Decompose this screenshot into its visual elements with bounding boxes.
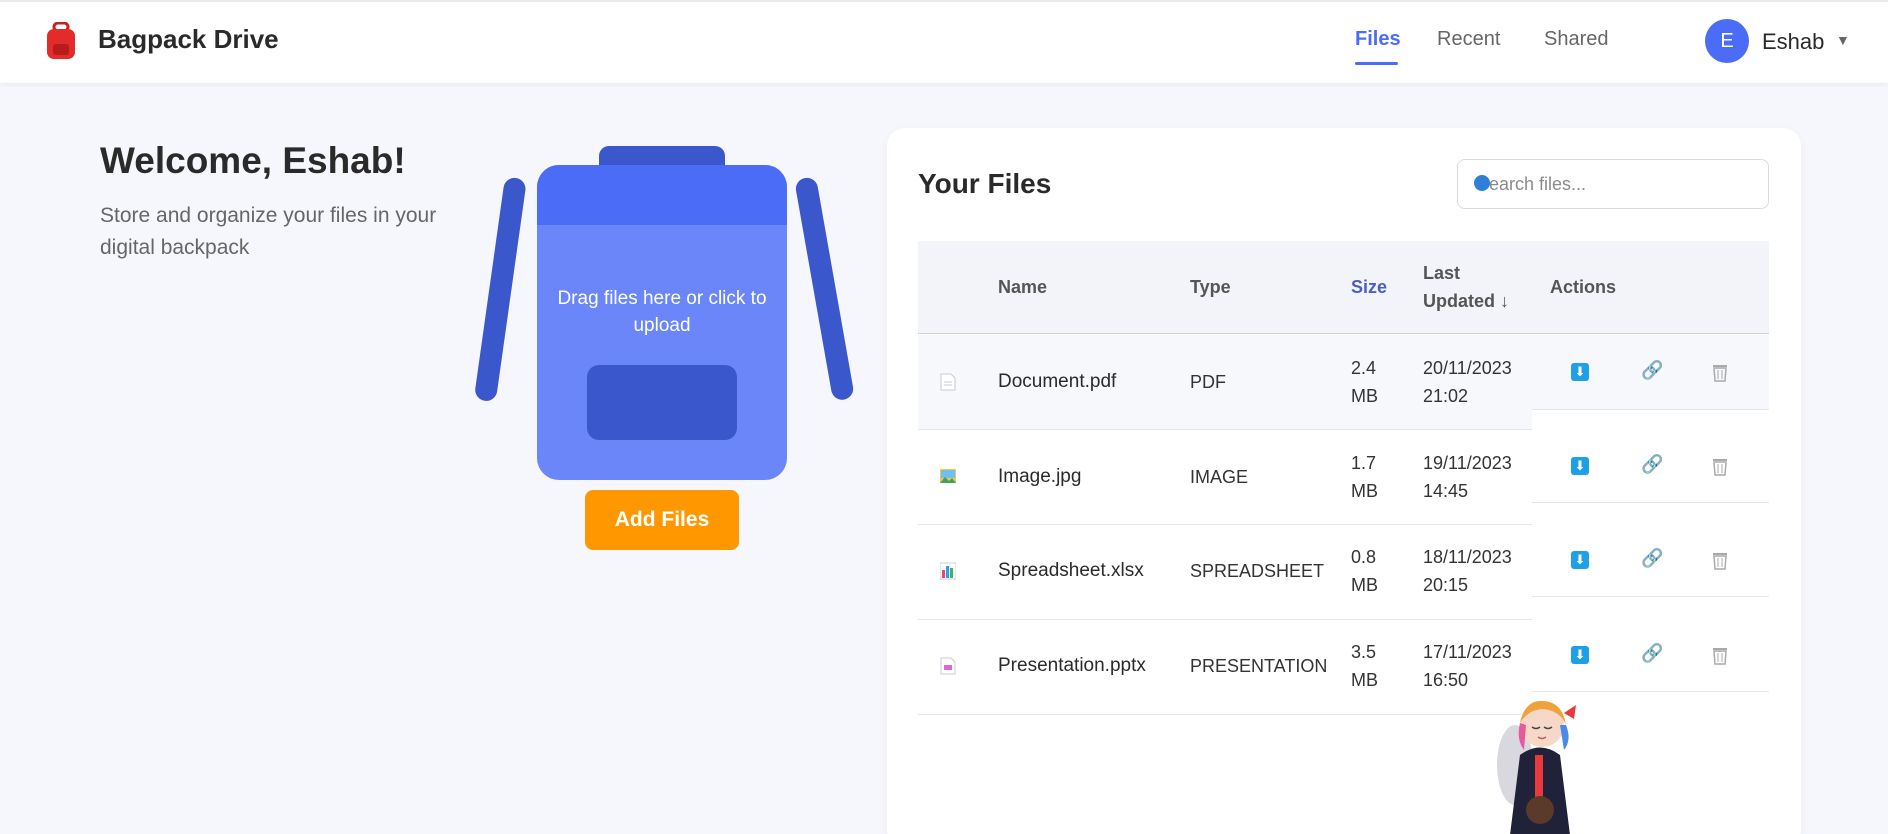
backpack-strap-left [473, 176, 527, 403]
file-name[interactable]: Presentation.pptx [998, 652, 1146, 680]
search-icon [1474, 175, 1490, 191]
file-name[interactable]: Document.pdf [998, 368, 1116, 396]
column-header-name[interactable]: Name [998, 273, 1047, 301]
file-time: 21:02 [1423, 386, 1469, 406]
file-size-value: 0.8 [1351, 547, 1377, 567]
app-brand-name[interactable]: Bagpack Drive [98, 24, 279, 55]
row-divider [1532, 596, 1769, 597]
file-type: IMAGE [1190, 467, 1249, 487]
share-link-icon[interactable]: 🔗 [1641, 548, 1663, 569]
file-name[interactable]: Spreadsheet.xlsx [998, 557, 1144, 585]
file-size-value: 3.5 [1351, 642, 1377, 662]
backpack-flap [537, 165, 787, 225]
file-size-value: 2.4 [1351, 358, 1377, 378]
column-header-size[interactable]: Size [1351, 273, 1387, 301]
file-time: 16:50 [1423, 670, 1469, 690]
user-avatar[interactable]: E [1705, 19, 1749, 63]
search-input[interactable] [1477, 170, 1757, 198]
trash-icon[interactable] [1711, 456, 1729, 476]
share-link-icon[interactable]: 🔗 [1641, 360, 1663, 381]
file-size-unit: MB [1351, 386, 1378, 406]
download-icon[interactable]: ⬇ [1571, 363, 1589, 381]
trash-icon[interactable] [1711, 645, 1729, 665]
row-divider [1532, 691, 1769, 692]
user-name[interactable]: Eshab [1762, 29, 1824, 55]
download-icon[interactable]: ⬇ [1571, 457, 1589, 475]
file-time: 14:45 [1423, 481, 1469, 501]
share-link-icon[interactable]: 🔗 [1641, 454, 1663, 475]
file-type: SPREADSHEET [1190, 561, 1325, 581]
share-link-icon[interactable]: 🔗 [1641, 643, 1663, 664]
file-date: 18/11/2023 [1423, 547, 1512, 567]
trash-icon[interactable] [1711, 550, 1729, 570]
file-name[interactable]: Image.jpg [998, 463, 1081, 491]
row-divider [1532, 409, 1769, 410]
presentation-file-icon [940, 657, 956, 675]
user-menu-caret-icon[interactable]: ▼ [1836, 32, 1850, 48]
backpack-strap-right [794, 176, 855, 402]
download-icon[interactable]: ⬇ [1571, 646, 1589, 664]
file-size-unit: MB [1351, 670, 1378, 690]
nav-active-indicator [1355, 62, 1398, 65]
dropzone-text: Drag files here or click to upload [557, 288, 767, 336]
backpack-logo-icon [47, 22, 75, 59]
column-header-last-updated-line2[interactable]: Updated ↓ [1423, 287, 1509, 315]
pdf-file-icon [940, 373, 956, 391]
nav-shared[interactable]: Shared [1544, 28, 1609, 51]
anime-mascot-image [1497, 700, 1576, 834]
nav-recent[interactable]: Recent [1437, 28, 1500, 51]
file-date: 19/11/2023 [1423, 453, 1512, 473]
files-panel-title: Your Files [918, 168, 1052, 199]
file-size-value: 1.7 [1351, 453, 1377, 473]
file-size-unit: MB [1351, 481, 1378, 501]
add-files-button[interactable]: Add Files [585, 490, 739, 550]
top-header: Bagpack Drive Files Recent Shared E Esha… [0, 0, 1888, 83]
spreadsheet-file-icon [940, 562, 956, 580]
image-file-icon [940, 469, 956, 483]
file-type: PRESENTATION [1190, 656, 1328, 676]
file-date: 17/11/2023 [1423, 642, 1512, 662]
column-header-type[interactable]: Type [1190, 273, 1231, 301]
file-size-unit: MB [1351, 575, 1378, 595]
trash-icon[interactable] [1711, 362, 1729, 382]
row-divider [1532, 502, 1769, 503]
welcome-title: Welcome, Eshab! [100, 140, 406, 181]
download-icon[interactable]: ⬇ [1571, 551, 1589, 569]
upload-dropzone[interactable]: Drag files here or click to upload [537, 165, 787, 480]
welcome-subtitle: Store and organize your files in your di… [100, 204, 437, 259]
file-type: PDF [1190, 372, 1226, 392]
file-time: 20:15 [1423, 575, 1469, 595]
file-date: 20/11/2023 [1423, 358, 1512, 378]
column-header-actions: Actions [1550, 277, 1617, 297]
backpack-pocket [587, 365, 737, 440]
column-header-last-updated-line1[interactable]: Last [1423, 259, 1460, 287]
nav-files[interactable]: Files [1355, 28, 1401, 51]
